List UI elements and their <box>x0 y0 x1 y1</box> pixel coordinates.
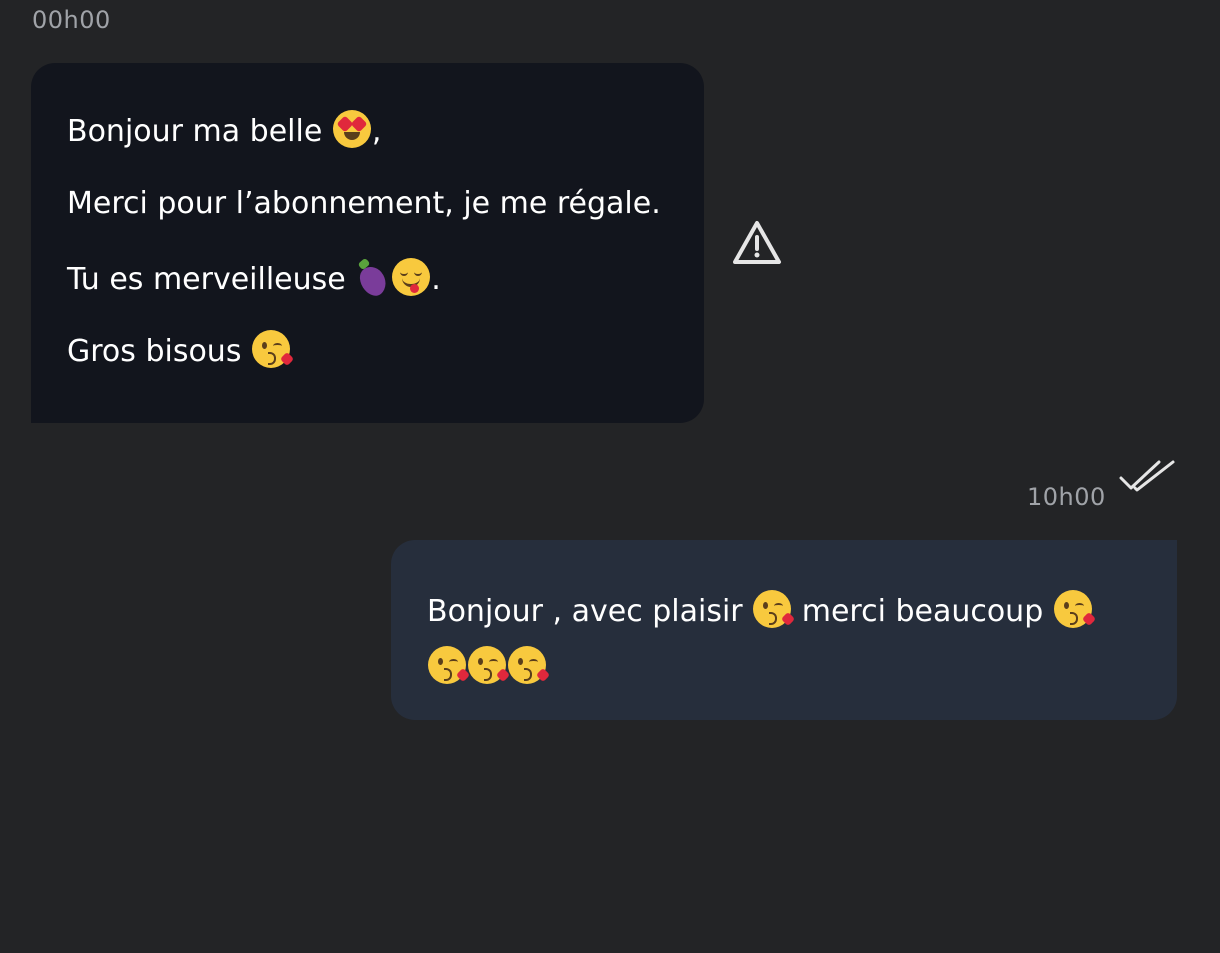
eggplant-emoji-icon <box>355 258 391 296</box>
incoming-timestamp: 00h00 <box>32 6 111 34</box>
kiss-emoji-icon <box>468 646 511 684</box>
message-text: Tu es merveilleuse <box>67 262 346 297</box>
double-check-icon <box>1119 460 1175 492</box>
outgoing-message-bubble[interactable]: Bonjour , avec plaisir merci beaucoup <box>391 540 1177 720</box>
message-line: Tu es merveilleuse . <box>67 258 441 298</box>
message-text: Merci pour l’abonnement, je me régale. <box>67 186 661 221</box>
message-line: Bonjour , avec plaisir merci beaucoup <box>427 590 1096 630</box>
kiss-emoji-icon <box>1053 590 1096 628</box>
message-text: merci beaucoup <box>801 594 1044 629</box>
message-line: Bonjour ma belle , <box>67 110 381 150</box>
message-line: Gros bisous <box>67 330 295 370</box>
message-line <box>427 646 551 686</box>
message-punctuation: . <box>431 262 441 297</box>
message-text: Bonjour , avec plaisir <box>427 594 743 629</box>
message-line: Merci pour l’abonnement, je me régale. <box>67 186 661 222</box>
message-text: Bonjour ma belle <box>67 114 323 149</box>
message-punctuation: , <box>371 114 382 149</box>
yum-face-emoji-icon <box>392 258 431 296</box>
chat-thread: 00h00 Bonjour ma belle , Merci pour l’ab… <box>0 0 1220 953</box>
outgoing-timestamp: 10h00 <box>1027 483 1106 511</box>
kiss-emoji-icon <box>508 646 551 684</box>
heart-eyes-emoji-icon <box>332 110 371 148</box>
incoming-message-bubble[interactable]: Bonjour ma belle , Merci pour l’abonneme… <box>31 63 704 423</box>
message-text: Gros bisous <box>67 334 242 369</box>
kiss-emoji-icon <box>428 646 471 684</box>
warning-icon[interactable] <box>731 219 783 267</box>
kiss-emoji-icon <box>753 590 796 628</box>
kiss-emoji-icon <box>252 330 295 368</box>
